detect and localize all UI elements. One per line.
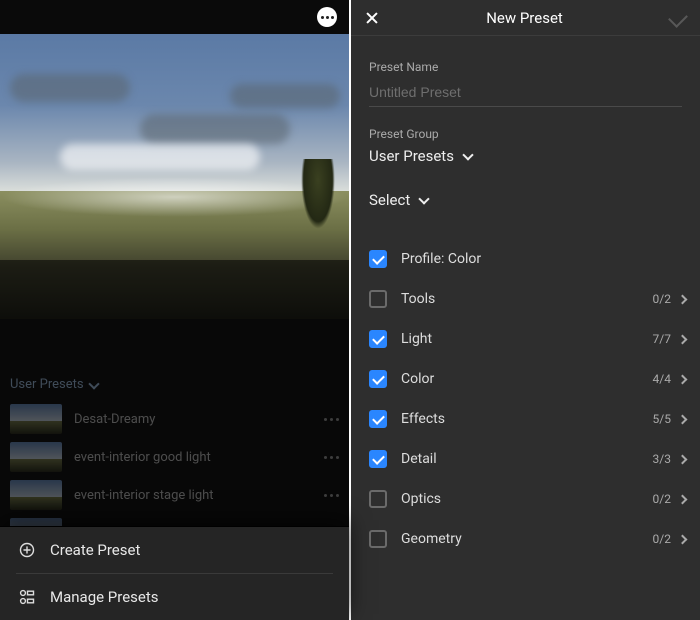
setting-row[interactable]: Light7/7 xyxy=(369,319,690,359)
chevron-down-icon xyxy=(462,149,473,160)
setting-row[interactable]: Geometry0/2 xyxy=(369,519,690,559)
chevron-right-icon xyxy=(678,294,688,304)
preset-thumbnail xyxy=(10,442,62,472)
preset-thumbnail xyxy=(10,480,62,510)
setting-row[interactable]: Detail3/3 xyxy=(369,439,690,479)
setting-row[interactable]: Tools0/2 xyxy=(369,279,690,319)
close-button[interactable] xyxy=(365,11,379,25)
preset-group-dropdown[interactable]: User Presets xyxy=(369,147,682,165)
chevron-right-icon xyxy=(678,374,688,384)
select-label: Select xyxy=(369,191,410,209)
preset-row[interactable]: Desat-Dreamy xyxy=(0,400,349,438)
preset-name-input[interactable] xyxy=(369,80,682,107)
preset-group-value: User Presets xyxy=(369,147,454,165)
checkbox[interactable] xyxy=(369,410,387,428)
preset-row[interactable]: event-interior stage light xyxy=(0,476,349,514)
setting-label: Effects xyxy=(401,411,653,427)
select-dropdown[interactable]: Select xyxy=(369,191,682,209)
setting-row[interactable]: Optics0/2 xyxy=(369,479,690,519)
manage-presets-label: Manage Presets xyxy=(50,588,159,606)
setting-count: 0/2 xyxy=(653,292,671,306)
preset-thumbnail xyxy=(10,404,62,434)
preset-more-icon[interactable] xyxy=(324,418,339,421)
chevron-right-icon xyxy=(678,534,688,544)
context-menu: Create Preset Manage Presets xyxy=(0,526,349,620)
setting-count: 0/2 xyxy=(653,492,671,506)
checkbox[interactable] xyxy=(369,450,387,468)
chevron-right-icon xyxy=(678,454,688,464)
manage-presets-menu-item[interactable]: Manage Presets xyxy=(0,574,349,620)
setting-count: 5/5 xyxy=(653,412,671,426)
create-preset-menu-item[interactable]: Create Preset xyxy=(0,527,349,573)
setting-row[interactable]: Profile: Color xyxy=(369,239,690,279)
setting-count: 3/3 xyxy=(653,452,671,466)
chevron-right-icon xyxy=(678,494,688,504)
panel-title: New Preset xyxy=(379,9,670,27)
preset-name: event-interior good light xyxy=(74,450,312,465)
preset-name-label: Preset Name xyxy=(369,60,682,74)
setting-label: Optics xyxy=(401,491,653,507)
checkbox[interactable] xyxy=(369,330,387,348)
checkbox[interactable] xyxy=(369,530,387,548)
setting-count: 4/4 xyxy=(653,372,671,386)
checkbox[interactable] xyxy=(369,250,387,268)
create-preset-icon xyxy=(18,541,36,559)
checkbox[interactable] xyxy=(369,370,387,388)
right-topbar: New Preset xyxy=(351,0,700,36)
setting-label: Tools xyxy=(401,291,653,307)
setting-label: Light xyxy=(401,331,653,347)
preset-more-icon[interactable] xyxy=(324,456,339,459)
manage-presets-icon xyxy=(18,588,36,606)
preset-row[interactable]: event-interior good light xyxy=(0,438,349,476)
settings-list: Profile: ColorTools0/2Light7/7Color4/4Ef… xyxy=(351,239,700,559)
preview-photo xyxy=(0,34,349,319)
chevron-right-icon xyxy=(678,334,688,344)
user-presets-label: User Presets xyxy=(10,377,84,392)
confirm-button[interactable] xyxy=(668,8,688,28)
chevron-right-icon xyxy=(678,414,688,424)
user-presets-dropdown[interactable]: User Presets xyxy=(0,369,349,400)
checkbox[interactable] xyxy=(369,290,387,308)
preset-more-icon[interactable] xyxy=(324,494,339,497)
setting-count: 7/7 xyxy=(653,332,671,346)
left-topbar xyxy=(0,0,349,34)
more-menu-button[interactable] xyxy=(317,7,337,27)
setting-label: Geometry xyxy=(401,531,653,547)
preset-group-label: Preset Group xyxy=(369,127,682,141)
create-preset-label: Create Preset xyxy=(50,541,140,559)
setting-label: Profile: Color xyxy=(401,251,671,267)
setting-row[interactable]: Color4/4 xyxy=(369,359,690,399)
setting-label: Color xyxy=(401,371,653,387)
preset-name: event-interior stage light xyxy=(74,488,312,503)
setting-count: 0/2 xyxy=(653,532,671,546)
chevron-down-icon xyxy=(419,193,430,204)
chevron-down-icon xyxy=(88,378,99,389)
setting-label: Detail xyxy=(401,451,653,467)
preset-name: Desat-Dreamy xyxy=(74,412,312,427)
setting-row[interactable]: Effects5/5 xyxy=(369,399,690,439)
checkbox[interactable] xyxy=(369,490,387,508)
